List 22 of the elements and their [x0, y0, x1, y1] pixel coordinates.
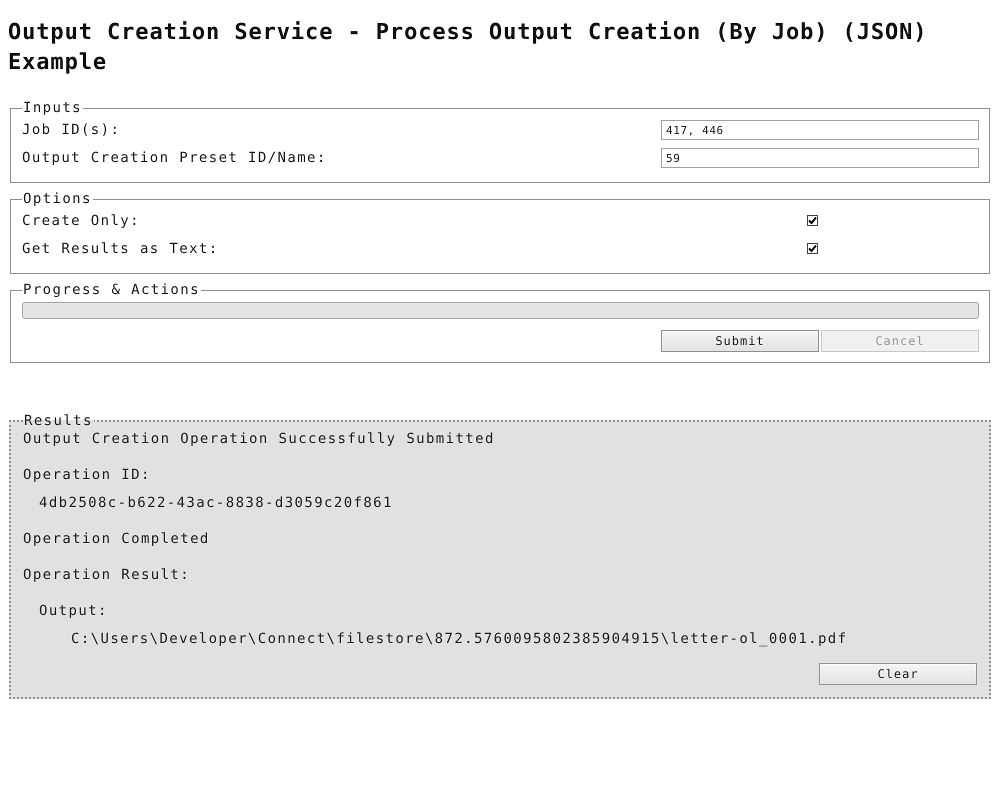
field-label: Output Creation Preset ID/Name:	[22, 150, 328, 166]
page-title: Output Creation Service - Process Output Creation (By Job) (JSON) Example	[8, 19, 928, 77]
result-text: Output:	[38, 602, 109, 621]
result-text: 4db2508c-b622-43ac-8838-d3059c20f861	[38, 494, 394, 513]
panel-legend: Options	[22, 191, 93, 207]
input-field[interactable]: 417, 446	[661, 120, 979, 140]
result-text: C:\Users\Developer\Connect\filestore\872.5760095802385904915\letter-ol_0001.pdf	[70, 630, 848, 649]
field-label: Job ID(s):	[22, 122, 122, 138]
input-field[interactable]: 59	[661, 148, 979, 168]
checkbox[interactable]	[807, 215, 818, 226]
panel-legend: Inputs	[22, 100, 83, 116]
result-text: Operation Completed	[23, 530, 211, 549]
checkbox[interactable]	[807, 243, 818, 254]
clear-button[interactable]: Clear	[819, 663, 977, 685]
panel-legend: Progress & Actions	[22, 282, 201, 298]
panel-legend: Results	[23, 413, 94, 429]
action-button[interactable]: Submit	[661, 330, 819, 352]
option-label: Get Results as Text:	[22, 241, 220, 257]
result-text: Operation ID:	[23, 466, 152, 485]
option-label: Create Only:	[22, 213, 141, 229]
result-text: Output Creation Operation Successfully Submitted	[23, 430, 496, 449]
result-text: Operation Result:	[23, 566, 192, 585]
